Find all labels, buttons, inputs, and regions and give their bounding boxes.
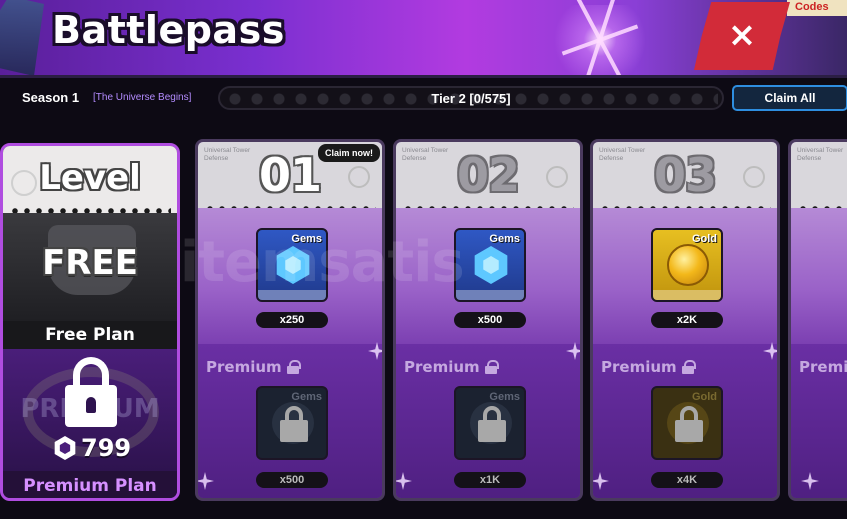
premium-reward-gems[interactable]: Gems [256, 386, 328, 460]
card-header: Universal Tower Defense 02 [396, 142, 580, 212]
premium-label-text: Premium [404, 358, 480, 376]
claim-now-badge[interactable]: Claim now! [317, 144, 380, 162]
premium-plan-section[interactable]: PREMIUM 799 [3, 349, 177, 471]
brand-text: Universal Tower Defense [797, 147, 844, 162]
premium-price[interactable]: 799 [53, 433, 131, 463]
reward-amount: x250 [256, 312, 328, 328]
free-reward-zone: Gold x2K [593, 208, 777, 344]
currency-hex-icon [54, 436, 76, 460]
premium-label: Premium [404, 358, 499, 376]
free-reward-zone: Gems x500 [396, 208, 580, 344]
close-icon: × [727, 15, 757, 55]
reward-amount: x2K [651, 312, 723, 328]
tier-card-02[interactable]: Universal Tower Defense 02 Gems x500 Pre… [393, 139, 583, 501]
free-reward-gems[interactable]: Gems [454, 228, 526, 302]
plan-panel: Level FREE Free Plan PREMIUM 799 Premium… [0, 143, 180, 501]
claim-all-button[interactable]: Claim All [732, 85, 847, 111]
card-header: Universal Tower Defense 03 [593, 142, 777, 212]
reward-base [456, 290, 524, 300]
card-header: Universal Tower Defense [791, 142, 847, 212]
tier-progress-bar: Tier 2 [0/575] [218, 86, 724, 110]
emblem-icon [743, 166, 765, 188]
premium-reward-zone: Premium Gems x1K [396, 344, 580, 498]
level-label: Level [39, 158, 141, 198]
free-plan-label: Free Plan [3, 321, 177, 349]
premium-plan-label: Premium Plan [3, 471, 177, 498]
price-value: 799 [81, 434, 132, 462]
lock-icon [286, 360, 301, 374]
crystal-decoration [0, 0, 44, 75]
free-reward-zone: Gems x250 [198, 208, 382, 344]
premium-reward-gold[interactable]: Gold [651, 386, 723, 460]
lock-icon [478, 406, 506, 442]
page-title: Battlepass [52, 8, 285, 52]
codes-tab[interactable]: Codes [787, 0, 847, 16]
level-header: Level [3, 146, 177, 214]
premium-reward-zone: Premium Gold x4K [593, 344, 777, 498]
season-label: Season 1 [22, 90, 80, 105]
reward-type: Gems [489, 233, 520, 245]
tier-text: Tier 2 [0/575] [431, 91, 511, 106]
reward-type: Gems [291, 233, 322, 245]
card-header: Universal Tower Defense 01 Claim now! [198, 142, 382, 212]
reward-type: Gems [489, 391, 520, 403]
reward-amount: x500 [256, 472, 328, 488]
free-reward-zone [791, 208, 847, 344]
lock-icon [484, 360, 499, 374]
season-subtitle: [The Universe Begins] [93, 92, 192, 103]
gem-icon [474, 246, 508, 284]
free-reward-gold[interactable]: Gold [651, 228, 723, 302]
reward-type: Gold [691, 391, 717, 403]
reward-base [653, 290, 721, 300]
premium-label-text: Premium [206, 358, 282, 376]
premium-label-text: Premiu [799, 358, 847, 376]
reward-type: Gold [691, 233, 717, 245]
free-badge: FREE [42, 243, 138, 283]
lock-icon [675, 406, 703, 442]
premium-label: Premiu [799, 358, 847, 376]
gem-icon [276, 246, 310, 284]
reward-amount: x500 [454, 312, 526, 328]
tier-card-01[interactable]: Universal Tower Defense 01 Claim now! Ge… [195, 139, 385, 501]
lock-icon [681, 360, 696, 374]
lock-icon [280, 406, 308, 442]
premium-reward-zone: Premiu [791, 344, 847, 498]
tier-card-03[interactable]: Universal Tower Defense 03 Gold x2K Prem… [590, 139, 780, 501]
reward-amount: x1K [454, 472, 526, 488]
premium-label-text: Premium [601, 358, 677, 376]
emblem-icon [546, 166, 568, 188]
tier-card-04[interactable]: Universal Tower Defense Premiu [788, 139, 847, 501]
premium-reward-gems[interactable]: Gems [454, 386, 526, 460]
lock-icon [65, 357, 117, 427]
free-reward-gems[interactable]: Gems [256, 228, 328, 302]
emblem-icon [348, 166, 370, 188]
gold-coin-icon [667, 244, 709, 286]
reward-amount: x4K [651, 472, 723, 488]
free-plan-section: FREE [3, 213, 177, 321]
premium-label: Premium [206, 358, 301, 376]
reward-base [258, 290, 326, 300]
premium-label: Premium [601, 358, 696, 376]
reward-type: Gems [291, 391, 322, 403]
premium-reward-zone: Premium Gems x500 [198, 344, 382, 498]
